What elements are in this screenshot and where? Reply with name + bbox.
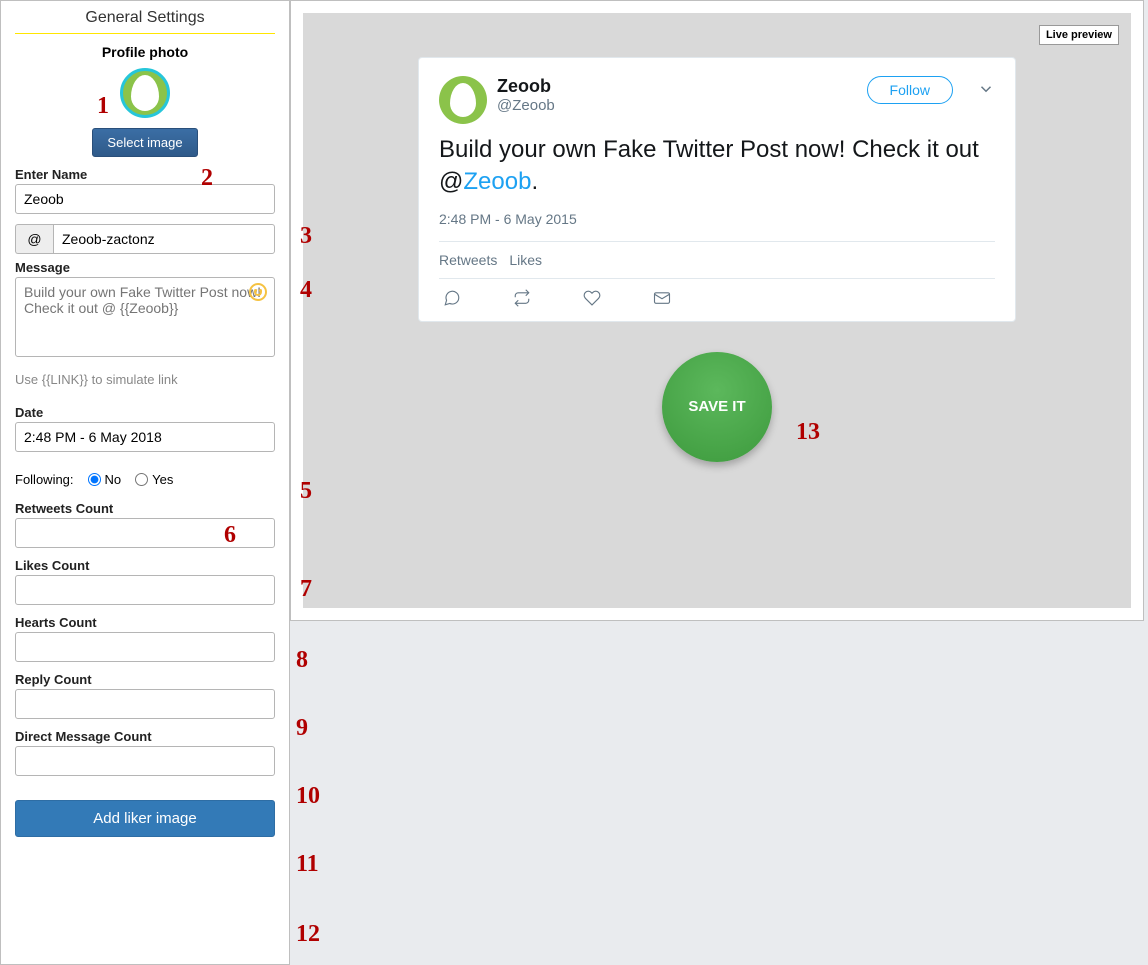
tweet-timestamp: 2:48 PM - 6 May 2015 [439,211,995,227]
message-label: Message [15,260,275,275]
add-liker-button[interactable]: Add liker image [15,800,275,837]
save-button[interactable]: SAVE IT [662,352,772,462]
profile-photo-label: Profile photo [15,44,275,60]
likes-label: Likes Count [15,558,275,573]
date-input[interactable] [15,422,275,452]
message-textarea[interactable] [15,277,275,357]
dm-label: Direct Message Count [15,729,275,744]
chevron-down-icon[interactable] [977,80,995,103]
hearts-label: Hearts Count [15,615,275,630]
username-input[interactable] [53,224,275,254]
profile-avatar[interactable] [120,68,170,118]
following-no-label: No [105,472,122,487]
select-image-button[interactable]: Select image [92,128,197,157]
reply-label: Reply Count [15,672,275,687]
following-no-radio[interactable] [88,473,101,486]
date-label: Date [15,405,275,420]
following-yes-radio[interactable] [135,473,148,486]
heart-icon[interactable] [583,289,601,307]
envelope-icon[interactable] [653,289,671,307]
link-hint: Use {{LINK}} to simulate link [15,372,275,387]
emoji-picker-icon[interactable] [249,283,267,301]
name-input[interactable] [15,184,275,214]
username-prefix: @ [15,224,53,254]
name-label: Enter Name [15,167,275,182]
hearts-input[interactable] [15,632,275,662]
following-yes-label: Yes [152,472,173,487]
live-preview-tag: Live preview [1039,25,1119,45]
tweet-avatar [439,76,487,124]
tweet-handle: @Zeoob [497,97,857,114]
preview-area: Live preview Zeoob @Zeoob Follow [290,0,1148,965]
tweet-card: Zeoob @Zeoob Follow Build your own Fake … [418,57,1016,322]
likes-stat-label: Likes [509,252,542,268]
dm-input[interactable] [15,746,275,776]
retweets-input[interactable] [15,518,275,548]
section-title: General Settings [15,9,275,34]
tweet-mention[interactable]: Zeoob [463,168,531,195]
reply-icon[interactable] [443,289,461,307]
retweet-icon[interactable] [513,289,531,307]
follow-button[interactable]: Follow [867,76,953,104]
likes-input[interactable] [15,575,275,605]
tweet-text: Build your own Fake Twitter Post now! Ch… [439,134,995,199]
tweet-display-name: Zeoob [497,76,857,97]
settings-sidebar: General Settings Profile photo Select im… [0,0,290,965]
reply-input[interactable] [15,689,275,719]
retweets-stat-label: Retweets [439,252,497,268]
retweets-label: Retweets Count [15,501,275,516]
following-label: Following: [15,472,74,487]
